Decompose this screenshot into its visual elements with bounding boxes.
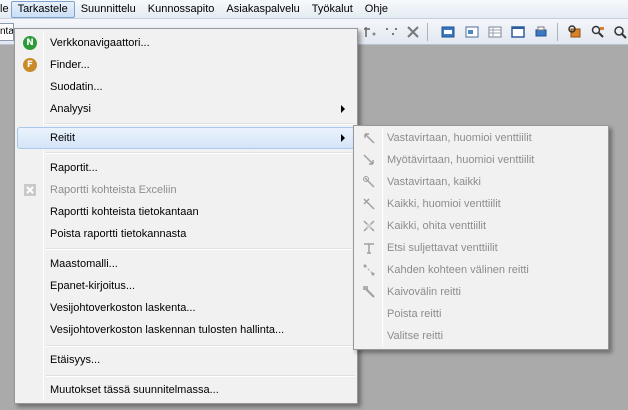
overview-icon[interactable] — [464, 24, 480, 40]
menu-item-analyysi[interactable]: Analyysi — [17, 98, 355, 120]
all-routes-skip-icon — [361, 218, 377, 234]
tarkastele-dropdown: N Verkkonavigaattori... F Finder... Suod… — [14, 28, 358, 404]
menu-separator — [46, 123, 355, 125]
menu-ohje[interactable]: Ohje — [359, 1, 394, 18]
submenu-item-poista-reitti[interactable]: Poista reitti — [356, 303, 606, 325]
menu-item-label: Analyysi — [50, 103, 91, 115]
submenu-item-vastavirtaan-kaikki[interactable]: Vastavirtaan, kaikki — [356, 171, 606, 193]
submenu-item-label: Kaikki, huomioi venttiilit — [387, 198, 501, 210]
submenu-item-label: Kahden kohteen välinen reitti — [387, 264, 529, 276]
submenu-item-kahden-kohteen-reitti[interactable]: Kahden kohteen välinen reitti — [356, 259, 606, 281]
layer-combo[interactable]: nta — [0, 23, 14, 41]
menu-item-label: Suodatin... — [50, 81, 103, 93]
menu-item-raportti-exceliin[interactable]: Raportti kohteista Exceliin — [17, 179, 355, 201]
menu-item-label: Vesijohtoverkoston laskenta... — [50, 302, 196, 314]
submenu-item-label: Vastavirtaan, kaikki — [387, 176, 481, 188]
trace-tool-icon[interactable] — [362, 24, 378, 40]
menu-suunnittelu[interactable]: Suunnittelu — [75, 1, 142, 18]
zoom-icon[interactable] — [612, 24, 628, 40]
menu-item-epanet-kirjoitus[interactable]: Epanet-kirjoitus... — [17, 275, 355, 297]
menu-item-muutokset[interactable]: Muutokset tässä suunnitelmassa... — [17, 379, 355, 401]
menu-item-etaisyys[interactable]: Etäisyys... — [17, 349, 355, 371]
menu-item-suodatin[interactable]: Suodatin... — [17, 76, 355, 98]
submenu-item-kaikki-ohita[interactable]: Kaikki, ohita venttiilit — [356, 215, 606, 237]
menu-asiakaspalvelu[interactable]: Asiakaspalvelu — [220, 1, 305, 18]
two-point-route-icon — [361, 262, 377, 278]
menu-item-reitit[interactable]: Reitit — [17, 127, 355, 149]
map-view-icon[interactable] — [440, 24, 456, 40]
submenu-item-myotavirtaan-huomioi[interactable]: Myötävirtaan, huomioi venttiilit — [356, 149, 606, 171]
reitit-submenu: Vastavirtaan, huomioi venttiilit Myötävi… — [353, 125, 609, 350]
excel-icon — [22, 182, 38, 198]
manhole-route-icon — [361, 284, 377, 300]
submenu-item-etsi-venttiilit[interactable]: Etsi suljettavat venttiilit — [356, 237, 606, 259]
downstream-route-icon — [361, 152, 377, 168]
cut-tool-icon[interactable] — [405, 24, 421, 40]
submenu-arrow-icon — [341, 134, 345, 142]
menu-item-label: Poista raportti tietokannasta — [50, 228, 187, 240]
menu-item-label: Raportit... — [50, 162, 98, 174]
submenu-item-label: Valitse reitti — [387, 330, 444, 342]
menu-item-label: Finder... — [50, 59, 90, 71]
find-object-icon[interactable] — [567, 24, 583, 40]
submenu-arrow-icon — [341, 105, 345, 113]
submenu-item-kaikki-huomioi[interactable]: Kaikki, huomioi venttiilit — [356, 193, 606, 215]
submenu-item-vastavirtaan-huomioi[interactable]: Vastavirtaan, huomioi venttiilit — [356, 127, 606, 149]
valve-search-icon — [361, 240, 377, 256]
n-badge-icon: N — [22, 35, 38, 51]
menu-kunnossapito[interactable]: Kunnossapito — [142, 1, 221, 18]
search-icon[interactable] — [590, 24, 606, 40]
submenu-item-label: Etsi suljettavat venttiilit — [387, 242, 498, 254]
menu-item-label: Muutokset tässä suunnitelmassa... — [50, 384, 219, 396]
f-badge-icon: F — [22, 57, 38, 73]
menu-item-poista-raportti[interactable]: Poista raportti tietokannasta — [17, 223, 355, 245]
toolbar-separator — [557, 23, 558, 41]
menu-separator — [46, 152, 355, 154]
menu-item-label: Maastomalli... — [50, 258, 118, 270]
submenu-item-kaivovalin-reitti[interactable]: Kaivovälin reitti — [356, 281, 606, 303]
menu-tarkastele[interactable]: Tarkastele — [10, 0, 75, 18]
menu-item-label: Raportti kohteista tietokantaan — [50, 206, 199, 218]
menu-item-verkkonavigaattori[interactable]: N Verkkonavigaattori... — [17, 32, 355, 54]
menu-tiedosto[interactable]: le — [0, 1, 11, 18]
table-view-icon[interactable] — [487, 24, 503, 40]
window-icon[interactable] — [510, 24, 526, 40]
menu-item-label: Epanet-kirjoitus... — [50, 280, 135, 292]
submenu-item-label: Vastavirtaan, huomioi venttiilit — [387, 132, 532, 144]
menu-separator — [46, 375, 355, 377]
submenu-item-label: Myötävirtaan, huomioi venttiilit — [387, 154, 535, 166]
menu-item-raportit[interactable]: Raportit... — [17, 157, 355, 179]
submenu-item-label: Poista reitti — [387, 308, 442, 320]
menu-item-finder[interactable]: F Finder... — [17, 54, 355, 76]
menu-item-label: Vesijohtoverkoston laskennan tulosten ha… — [50, 324, 285, 336]
menu-item-maastomalli[interactable]: Maastomalli... — [17, 253, 355, 275]
print-icon[interactable] — [533, 24, 549, 40]
menu-item-label: Etäisyys... — [50, 354, 101, 366]
menu-bar: le Tarkastele Suunnittelu Kunnossapito A… — [0, 0, 628, 19]
upstream-route-icon — [361, 130, 377, 146]
menu-separator — [46, 248, 355, 250]
submenu-item-label: Kaivovälin reitti — [387, 286, 461, 298]
all-routes-icon — [361, 196, 377, 212]
menu-tyokalut[interactable]: Työkalut — [306, 1, 359, 18]
menu-item-laskennan-tulosten-hallinta[interactable]: Vesijohtoverkoston laskennan tulosten ha… — [17, 319, 355, 341]
toolbar-separator — [427, 23, 428, 41]
submenu-item-valitse-reitti[interactable]: Valitse reitti — [356, 325, 606, 347]
menu-item-label: Reitit — [50, 132, 76, 144]
submenu-item-label: Kaikki, ohita venttiilit — [387, 220, 487, 232]
menu-item-raportti-tietokantaan[interactable]: Raportti kohteista tietokantaan — [17, 201, 355, 223]
menu-item-vesijohtoverkoston-laskenta[interactable]: Vesijohtoverkoston laskenta... — [17, 297, 355, 319]
upstream-all-icon — [361, 174, 377, 190]
menu-item-label: Verkkonavigaattori... — [50, 37, 150, 49]
points-tool-icon[interactable] — [383, 24, 399, 40]
menu-separator — [46, 345, 355, 347]
menu-item-label: Raportti kohteista Exceliin — [50, 184, 177, 196]
